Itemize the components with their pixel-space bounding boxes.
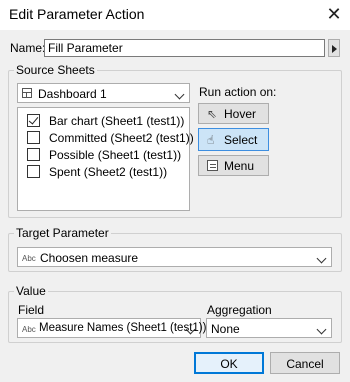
target-parameter-caption: Target Parameter	[14, 226, 111, 240]
menu-button[interactable]: Menu	[198, 155, 269, 176]
checkbox[interactable]	[27, 165, 40, 178]
list-item-label: Committed (Sheet2 (test1))	[49, 131, 194, 145]
cancel-button[interactable]: Cancel	[270, 352, 340, 374]
checkbox[interactable]	[27, 131, 40, 144]
field-label: Field	[18, 303, 45, 317]
source-sheets-caption: Source Sheets	[14, 63, 97, 77]
dashboard-value: Dashboard 1	[38, 87, 107, 101]
run-action-label: Run action on:	[199, 85, 277, 99]
dashboard-icon	[22, 88, 32, 98]
aggregation-select[interactable]: None	[206, 318, 332, 338]
aggregation-value: None	[211, 322, 240, 336]
target-parameter-select[interactable]: Abc Choosen measure	[17, 247, 332, 267]
name-input[interactable]: Fill Parameter	[44, 39, 325, 57]
list-item-label: Possible (Sheet1 (test1))	[49, 148, 182, 162]
cancel-button-label: Cancel	[286, 357, 324, 371]
name-label: Name:	[10, 41, 46, 55]
string-type-icon: Abc	[22, 325, 36, 334]
list-item-label: Spent (Sheet2 (test1))	[49, 165, 168, 179]
triangle-right-icon	[332, 45, 337, 53]
name-value: Fill Parameter	[48, 41, 123, 55]
name-expand-button[interactable]	[328, 39, 340, 57]
select-button-label: Select	[224, 133, 258, 147]
list-item[interactable]: Spent (Sheet2 (test1))	[27, 163, 187, 181]
close-icon[interactable]: ✕	[322, 2, 346, 26]
select-button[interactable]: ☝ Select	[198, 128, 269, 151]
chevron-down-icon	[316, 324, 327, 335]
menu-icon	[207, 160, 218, 171]
dashboard-select[interactable]: Dashboard 1	[17, 83, 190, 103]
aggregation-label: Aggregation	[207, 303, 272, 317]
checkbox[interactable]	[27, 114, 40, 127]
chevron-down-icon	[174, 89, 185, 100]
menu-button-label: Menu	[224, 159, 255, 173]
cursor-arrow-icon: ⇖	[207, 107, 218, 121]
field-select[interactable]: Abc Measure Names (Sheet1 (test1))	[17, 318, 206, 338]
value-caption: Value	[14, 284, 48, 298]
list-item[interactable]: Bar chart (Sheet1 (test1))	[27, 112, 187, 130]
window-title: Edit Parameter Action	[9, 6, 145, 22]
checkbox[interactable]	[27, 148, 40, 161]
hover-button[interactable]: ⇖ Hover	[198, 103, 269, 124]
ok-button[interactable]: OK	[194, 352, 264, 374]
list-item[interactable]: Committed (Sheet2 (test1))	[27, 129, 194, 147]
hand-pointer-icon: ☝	[207, 133, 215, 147]
list-item[interactable]: Possible (Sheet1 (test1))	[27, 146, 187, 164]
list-item-label: Bar chart (Sheet1 (test1))	[49, 114, 185, 128]
string-type-icon: Abc	[22, 254, 36, 263]
target-parameter-value: Choosen measure	[40, 251, 139, 265]
hover-button-label: Hover	[224, 107, 257, 121]
chevron-down-icon	[316, 253, 327, 264]
field-value: Measure Names (Sheet1 (test1))	[39, 322, 207, 334]
ok-button-label: OK	[220, 357, 238, 371]
sheets-list[interactable]: Bar chart (Sheet1 (test1)) Committed (Sh…	[17, 107, 194, 211]
